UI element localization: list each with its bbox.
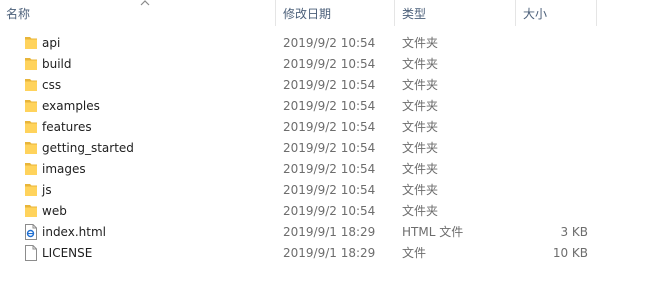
file-row[interactable]: api 2019/9/2 10:54 文件夹: [0, 33, 647, 54]
column-header-bar: 名称 修改日期 类型 大小: [0, 0, 647, 26]
file-row[interactable]: build 2019/9/2 10:54 文件夹: [0, 54, 647, 75]
file-row[interactable]: index.html 2019/9/1 18:29 HTML 文件 3 KB: [0, 222, 647, 243]
file-row[interactable]: images 2019/9/2 10:54 文件夹: [0, 159, 647, 180]
file-row[interactable]: css 2019/9/2 10:54 文件夹: [0, 75, 647, 96]
file-name: css: [42, 78, 62, 92]
file-type: HTML 文件: [402, 225, 464, 239]
folder-icon: [24, 119, 38, 135]
column-header-name[interactable]: 名称: [6, 0, 30, 26]
file-type: 文件夹: [402, 36, 439, 50]
folder-icon: [24, 77, 38, 93]
file-modified-date: 2019/9/1 18:29: [283, 246, 376, 260]
file-modified-date: 2019/9/2 10:54: [283, 36, 376, 50]
folder-icon: [24, 35, 38, 51]
file-modified-date: 2019/9/2 10:54: [283, 204, 376, 218]
file-name: js: [42, 183, 52, 197]
file-name: examples: [42, 99, 100, 113]
folder-icon: [24, 56, 38, 72]
file-modified-date: 2019/9/2 10:54: [283, 57, 376, 71]
file-type: 文件夹: [402, 162, 439, 176]
file-modified-date: 2019/9/2 10:54: [283, 120, 376, 134]
file-name: features: [42, 120, 92, 134]
file-type: 文件夹: [402, 141, 439, 155]
file-modified-date: 2019/9/2 10:54: [283, 183, 376, 197]
column-header-type[interactable]: 类型: [402, 0, 426, 26]
folder-icon: [24, 182, 38, 198]
file-name: index.html: [42, 225, 106, 239]
file-row[interactable]: features 2019/9/2 10:54 文件夹: [0, 117, 647, 138]
html-file-icon: [24, 224, 38, 240]
column-divider[interactable]: [275, 0, 276, 26]
file-type: 文件夹: [402, 183, 439, 197]
column-divider[interactable]: [394, 0, 395, 26]
file-row[interactable]: LICENSE 2019/9/1 18:29 文件 10 KB: [0, 243, 647, 264]
file-name: LICENSE: [42, 246, 93, 260]
column-divider[interactable]: [596, 0, 597, 26]
file-type: 文件夹: [402, 99, 439, 113]
file-type: 文件夹: [402, 204, 439, 218]
sort-ascending-icon: [140, 0, 150, 6]
file-row[interactable]: js 2019/9/2 10:54 文件夹: [0, 180, 647, 201]
file-name: web: [42, 204, 67, 218]
file-row[interactable]: web 2019/9/2 10:54 文件夹: [0, 201, 647, 222]
file-name: getting_started: [42, 141, 134, 155]
file-type: 文件夹: [402, 78, 439, 92]
file-size: 10 KB: [552, 246, 588, 260]
file-icon: [24, 245, 38, 261]
column-header-modified[interactable]: 修改日期: [283, 0, 331, 26]
folder-icon: [24, 161, 38, 177]
file-size: 3 KB: [560, 225, 588, 239]
file-row[interactable]: examples 2019/9/2 10:54 文件夹: [0, 96, 647, 117]
column-header-size[interactable]: 大小: [523, 0, 547, 26]
file-modified-date: 2019/9/1 18:29: [283, 225, 376, 239]
file-type: 文件夹: [402, 57, 439, 71]
file-type: 文件夹: [402, 120, 439, 134]
file-modified-date: 2019/9/2 10:54: [283, 78, 376, 92]
file-row[interactable]: getting_started 2019/9/2 10:54 文件夹: [0, 138, 647, 159]
file-name: images: [42, 162, 86, 176]
folder-icon: [24, 140, 38, 156]
file-modified-date: 2019/9/2 10:54: [283, 141, 376, 155]
file-name: api: [42, 36, 61, 50]
folder-icon: [24, 98, 38, 114]
column-divider[interactable]: [515, 0, 516, 26]
folder-icon: [24, 203, 38, 219]
file-type: 文件: [402, 246, 427, 260]
file-modified-date: 2019/9/2 10:54: [283, 162, 376, 176]
file-name: build: [42, 57, 72, 71]
file-modified-date: 2019/9/2 10:54: [283, 99, 376, 113]
